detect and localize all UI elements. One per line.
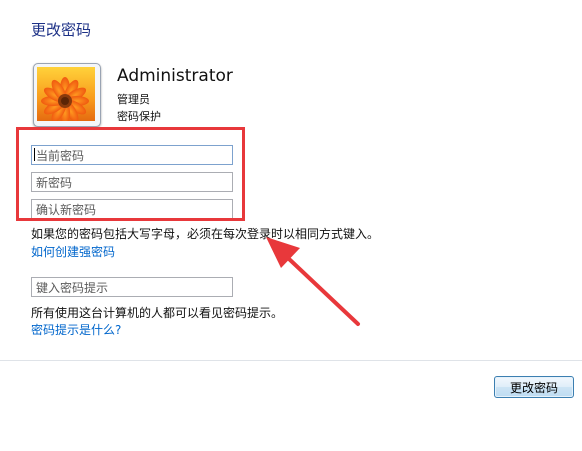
divider	[0, 360, 582, 361]
change-password-button[interactable]: 更改密码	[494, 376, 574, 398]
